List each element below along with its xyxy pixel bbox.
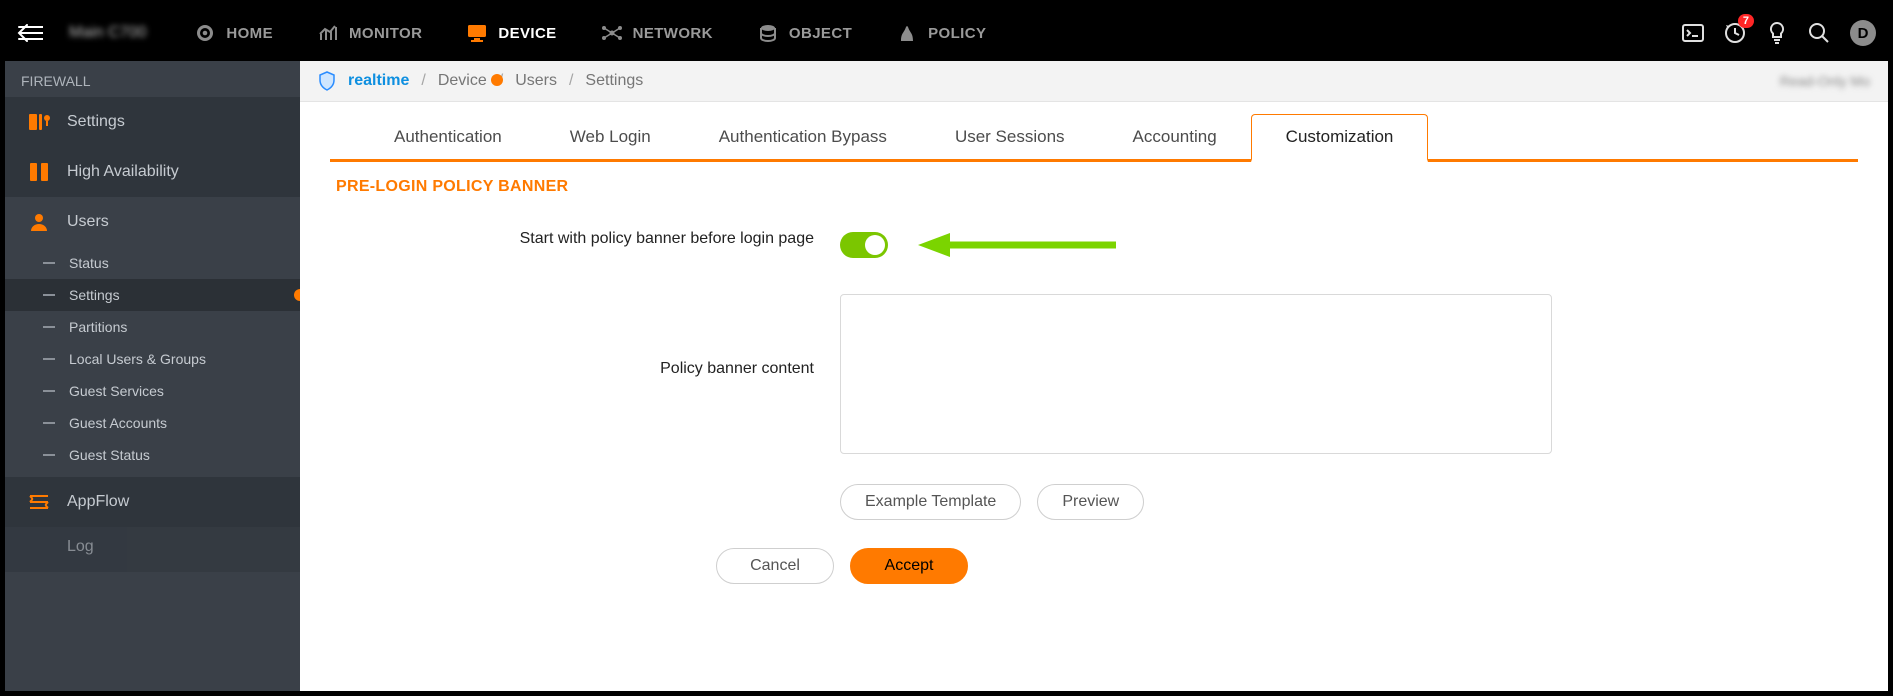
lightbulb-icon[interactable]	[1766, 22, 1788, 44]
active-indicator-dot	[294, 289, 300, 301]
tab-authentication-bypass[interactable]: Authentication Bypass	[685, 115, 921, 159]
top-nav: Main C700 HOME MONITOR DEVICE NETWORK	[5, 5, 1888, 61]
monitor-icon	[317, 22, 339, 44]
ha-icon	[27, 160, 51, 184]
sidebar-sub-settings[interactable]: Settings	[5, 279, 300, 311]
sidebar-sub-label: Guest Status	[69, 447, 150, 463]
cancel-button[interactable]: Cancel	[716, 548, 834, 584]
sidebar-sub-label: Status	[69, 255, 109, 271]
sidebar-item-appflow[interactable]: AppFlow	[5, 477, 300, 527]
object-icon	[757, 22, 779, 44]
accept-button[interactable]: Accept	[850, 548, 968, 584]
sidebar-sub-guest-services[interactable]: Guest Services	[5, 375, 300, 407]
sidebar-item-label: Log	[67, 538, 94, 556]
preview-button[interactable]: Preview	[1037, 484, 1144, 520]
nav-label: NETWORK	[633, 25, 713, 42]
nav-label: POLICY	[928, 25, 986, 42]
form-row-content: Policy banner content Example Template P…	[330, 294, 1858, 520]
toggle-label: Start with policy banner before login pa…	[330, 230, 840, 260]
breadcrumb: realtime / Device / Users / Settings Rea…	[300, 61, 1888, 102]
breadcrumb-root[interactable]: realtime	[348, 72, 409, 90]
menu-back-button[interactable]	[17, 24, 43, 42]
user-avatar[interactable]: D	[1850, 20, 1876, 46]
sidebar-sub-label: Settings	[69, 287, 120, 303]
home-icon	[194, 22, 216, 44]
nav-home[interactable]: HOME	[172, 22, 295, 44]
nav-monitor[interactable]: MONITOR	[295, 22, 444, 44]
sidebar-sub-guest-status[interactable]: Guest Status	[5, 439, 300, 471]
notification-badge: 7	[1738, 14, 1754, 28]
sidebar-sub-label: Partitions	[69, 319, 127, 335]
sidebar-item-label: Users	[67, 213, 109, 231]
sidebar: SONICWALL FIREWALL Settings High Availab…	[5, 61, 300, 691]
form-row-toggle: Start with policy banner before login pa…	[330, 230, 1858, 260]
top-right-actions: 7 D	[1682, 20, 1876, 46]
search-icon[interactable]	[1808, 22, 1830, 44]
shield-icon	[318, 71, 336, 91]
sidebar-item-settings[interactable]: Settings	[5, 97, 300, 147]
sidebar-item-users[interactable]: Users	[5, 197, 300, 247]
nav-device[interactable]: DEVICE	[444, 22, 578, 44]
policy-banner-toggle[interactable]	[840, 232, 888, 258]
sidebar-sub-label: Local Users & Groups	[69, 351, 206, 367]
sidebar-item-log[interactable]: Log	[5, 527, 300, 572]
sidebar-sub-partitions[interactable]: Partitions	[5, 311, 300, 343]
nav-label: OBJECT	[789, 25, 852, 42]
main-panel: realtime / Device / Users / Settings Rea…	[300, 61, 1888, 691]
breadcrumb-part[interactable]: Users	[515, 72, 557, 90]
breadcrumb-part[interactable]: Device	[438, 72, 487, 90]
mode-indicator: Read-Only Mo	[1780, 73, 1870, 89]
user-icon	[27, 210, 51, 234]
sidebar-item-label: High Availability	[67, 163, 179, 181]
nav-object[interactable]: OBJECT	[735, 22, 874, 44]
console-icon[interactable]	[1682, 22, 1704, 44]
sidebar-section-label: FIREWALL	[5, 61, 300, 97]
nav-label: MONITOR	[349, 25, 422, 42]
sidebar-item-label: Settings	[67, 113, 125, 131]
tab-customization[interactable]: Customization	[1251, 114, 1429, 162]
tab-accounting[interactable]: Accounting	[1099, 115, 1251, 159]
nav-label: DEVICE	[498, 25, 556, 42]
sidebar-sub-local-users-groups[interactable]: Local Users & Groups	[5, 343, 300, 375]
network-icon	[601, 22, 623, 44]
sidebar-sub-status[interactable]: Status	[5, 247, 300, 279]
device-icon	[466, 22, 488, 44]
tab-web-login[interactable]: Web Login	[536, 115, 685, 159]
settings-fw-icon	[27, 110, 51, 134]
sidebar-sub-guest-accounts[interactable]: Guest Accounts	[5, 407, 300, 439]
tab-authentication[interactable]: Authentication	[360, 115, 536, 159]
top-nav-items: HOME MONITOR DEVICE NETWORK OBJECT P	[172, 22, 1008, 44]
nav-policy[interactable]: POLICY	[874, 22, 1008, 44]
sidebar-sub-label: Guest Services	[69, 383, 164, 399]
annotation-arrow	[916, 230, 1116, 260]
breadcrumb-part[interactable]: Settings	[585, 72, 643, 90]
breadcrumb-sep: /	[569, 72, 573, 90]
nav-label: HOME	[226, 25, 273, 42]
section-title: PRE-LOGIN POLICY BANNER	[330, 162, 1858, 196]
policy-icon	[896, 22, 918, 44]
example-template-button[interactable]: Example Template	[840, 484, 1021, 520]
tab-user-sessions[interactable]: User Sessions	[921, 115, 1099, 159]
policy-banner-textarea[interactable]	[840, 294, 1552, 454]
active-indicator-dot	[491, 74, 503, 86]
appflow-icon	[27, 490, 51, 514]
sidebar-sub-label: Guest Accounts	[69, 415, 167, 431]
context-name: Main C700	[69, 24, 146, 42]
log-icon	[27, 535, 51, 559]
breadcrumb-sep: /	[421, 72, 425, 90]
sidebar-item-high-availability[interactable]: High Availability	[5, 147, 300, 197]
tabs: Authentication Web Login Authentication …	[330, 112, 1858, 162]
activity-icon[interactable]: 7	[1724, 22, 1746, 44]
nav-network[interactable]: NETWORK	[579, 22, 735, 44]
content-label: Policy banner content	[330, 294, 840, 520]
sidebar-item-label: AppFlow	[67, 493, 129, 511]
